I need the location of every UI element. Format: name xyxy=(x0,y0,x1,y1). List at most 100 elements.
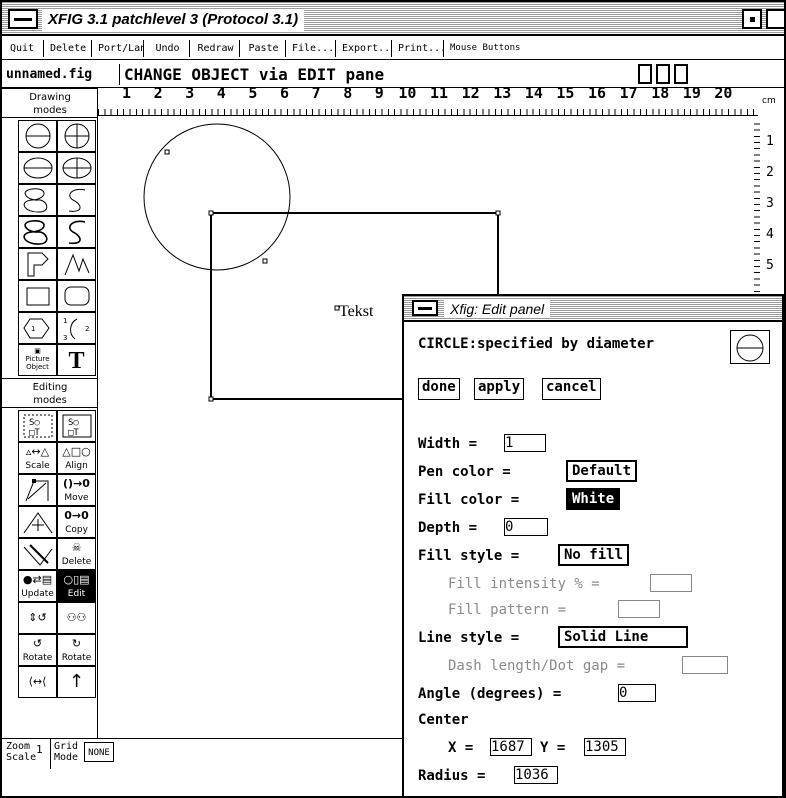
delete-tool[interactable]: ☠ Delete xyxy=(57,538,96,570)
portrait-landscape-button[interactable]: Port/Land xyxy=(94,40,144,57)
arc-box-tool[interactable] xyxy=(57,280,96,312)
ellipse-radius-icon xyxy=(23,157,52,179)
mode-panel: Drawing modes 1 1 2 3 ▣ Picture Object T Edi… xyxy=(2,88,98,738)
polyline-tool[interactable] xyxy=(57,248,96,280)
text-tool[interactable]: T xyxy=(57,344,96,376)
object-heading: CIRCLE:specified by diameter xyxy=(418,336,655,352)
fill-style-label: Fill style = xyxy=(418,548,520,564)
canvas-text-object[interactable]: Tekst xyxy=(339,303,373,321)
svg-text:S○: S○ xyxy=(29,418,40,428)
width-field[interactable]: 1 xyxy=(504,434,546,452)
fill-color-menu[interactable]: White xyxy=(566,488,621,510)
angle-field[interactable]: 0 xyxy=(618,684,656,702)
side-ruler-number: 4 xyxy=(766,227,774,242)
convert-tool[interactable]: ⟨↔⟨ xyxy=(18,666,57,698)
center-label: Center xyxy=(418,712,469,728)
line-style-menu[interactable]: Solid Line xyxy=(558,626,688,648)
ellipse-radius-tool[interactable] xyxy=(18,152,57,184)
mouse-button-1-indicator xyxy=(638,64,652,84)
print-button[interactable]: Print... xyxy=(394,40,444,57)
regular-polygon-icon: 1 xyxy=(22,318,50,339)
rotate-ccw-tool[interactable]: ↺ Rotate xyxy=(18,634,57,666)
circle-radius-icon xyxy=(25,123,50,149)
redraw-button[interactable]: Redraw xyxy=(192,40,240,57)
delete-point-tool[interactable] xyxy=(18,538,57,570)
scale-icon: ▵↔△ xyxy=(25,445,50,458)
undo-button[interactable]: Undo xyxy=(146,40,190,57)
paste-button[interactable]: Paste xyxy=(242,40,286,57)
ruler-number: 6 xyxy=(280,84,290,102)
rotate-cw-tool[interactable]: ↻ Rotate xyxy=(57,634,96,666)
maximize-button[interactable] xyxy=(766,9,784,29)
window-menu-button[interactable] xyxy=(8,9,38,29)
flip-horizontal-tool[interactable]: ⚇⚇ xyxy=(57,602,96,634)
ruler-number: 1 xyxy=(122,84,132,102)
add-point-tool[interactable] xyxy=(18,506,57,538)
pen-color-menu[interactable]: Default xyxy=(566,460,638,482)
edit-tool[interactable]: ○▯▤ Edit xyxy=(57,570,96,602)
regular-polygon-tool[interactable]: 1 xyxy=(18,312,57,344)
circle-handle xyxy=(164,149,170,155)
move-tool[interactable]: ()→0 Move xyxy=(57,474,96,506)
done-button[interactable]: done xyxy=(418,378,460,400)
open-interp-spline-tool[interactable] xyxy=(57,216,96,248)
arc-icon: 1 2 3 xyxy=(63,317,89,342)
fill-pattern-field[interactable] xyxy=(618,600,660,618)
depth-field[interactable]: 0 xyxy=(504,518,548,536)
polygon-tool[interactable] xyxy=(18,248,57,280)
copy-tool[interactable]: 0→0 Copy xyxy=(57,506,96,538)
top-ruler[interactable]: 1 2 3 4 5 6 7 8 9 10 11 12 13 14 15 16 17 18 19 20 xyxy=(98,84,758,116)
closed-interp-spline-tool[interactable] xyxy=(18,216,57,248)
depth-label: Depth = xyxy=(418,520,478,536)
zoom-label: Zoom Scale xyxy=(6,741,37,763)
open-spline-tool[interactable] xyxy=(57,184,96,216)
divider xyxy=(50,739,51,769)
arc-tool[interactable]: 1 2 3 xyxy=(57,312,96,344)
ellipse-diameter-tool[interactable] xyxy=(57,152,96,184)
side-ruler-number: 1 xyxy=(766,134,774,149)
side-ruler[interactable]: 1 2 3 4 5 xyxy=(754,88,784,298)
delete-all-button[interactable]: Delete All xyxy=(46,40,92,57)
align-tool[interactable]: △□○ Align xyxy=(57,442,96,474)
picture-object-tool[interactable]: ▣ Picture Object xyxy=(18,344,57,376)
ruler-number: 20 xyxy=(714,84,733,102)
align-icon: △□○ xyxy=(62,445,91,458)
closed-spline-tool[interactable] xyxy=(18,184,57,216)
dash-length-field[interactable] xyxy=(682,656,728,674)
arrow-tool[interactable]: ↑ xyxy=(57,666,96,698)
ruler-number: 19 xyxy=(682,84,701,102)
center-y-field[interactable]: 1305 xyxy=(584,738,626,756)
ruler-number: 15 xyxy=(556,84,575,102)
circle-diameter-tool[interactable] xyxy=(57,120,96,152)
fill-style-menu[interactable]: No fill xyxy=(558,544,630,566)
glue-tool[interactable]: S○ □T xyxy=(18,410,57,442)
center-y-label: Y = xyxy=(540,740,566,756)
cancel-button[interactable]: cancel xyxy=(542,378,601,400)
file-button[interactable]: File... xyxy=(288,40,336,57)
quit-button[interactable]: Quit xyxy=(6,40,44,57)
center-x-field[interactable]: 1687 xyxy=(490,738,532,756)
title-bar[interactable]: XFIG 3.1 patchlevel 3 (Protocol 3.1) xyxy=(2,2,784,36)
apply-button[interactable]: apply xyxy=(474,378,525,400)
box-handle xyxy=(208,396,214,402)
rotate-ccw-icon: ↺ xyxy=(32,637,43,650)
panel-menu-button[interactable] xyxy=(412,300,438,316)
circle-object xyxy=(143,123,291,271)
scale-tool[interactable]: ▵↔△ Scale xyxy=(18,442,57,474)
zoom-value[interactable]: 1 xyxy=(36,743,43,756)
svg-text:1: 1 xyxy=(63,317,67,325)
circle-radius-tool[interactable] xyxy=(18,120,57,152)
export-button[interactable]: Export... xyxy=(338,40,392,57)
fill-intensity-field[interactable] xyxy=(650,574,692,592)
grid-mode-button[interactable]: NONE xyxy=(84,742,114,762)
radius-field[interactable]: 1036 xyxy=(514,766,558,784)
box-tool[interactable] xyxy=(18,280,57,312)
move-point-tool[interactable] xyxy=(18,474,57,506)
angle-label: Angle (degrees) = xyxy=(418,686,562,702)
iconify-button[interactable] xyxy=(742,9,762,29)
update-tool[interactable]: ●⇄▤ Update xyxy=(18,570,57,602)
edit-panel-title-bar[interactable]: Xfig: Edit panel xyxy=(404,296,782,322)
ruler-number: 5 xyxy=(248,84,258,102)
flip-vertical-tool[interactable]: ⇕↺ xyxy=(18,602,57,634)
break-tool[interactable]: S○ □T xyxy=(57,410,96,442)
